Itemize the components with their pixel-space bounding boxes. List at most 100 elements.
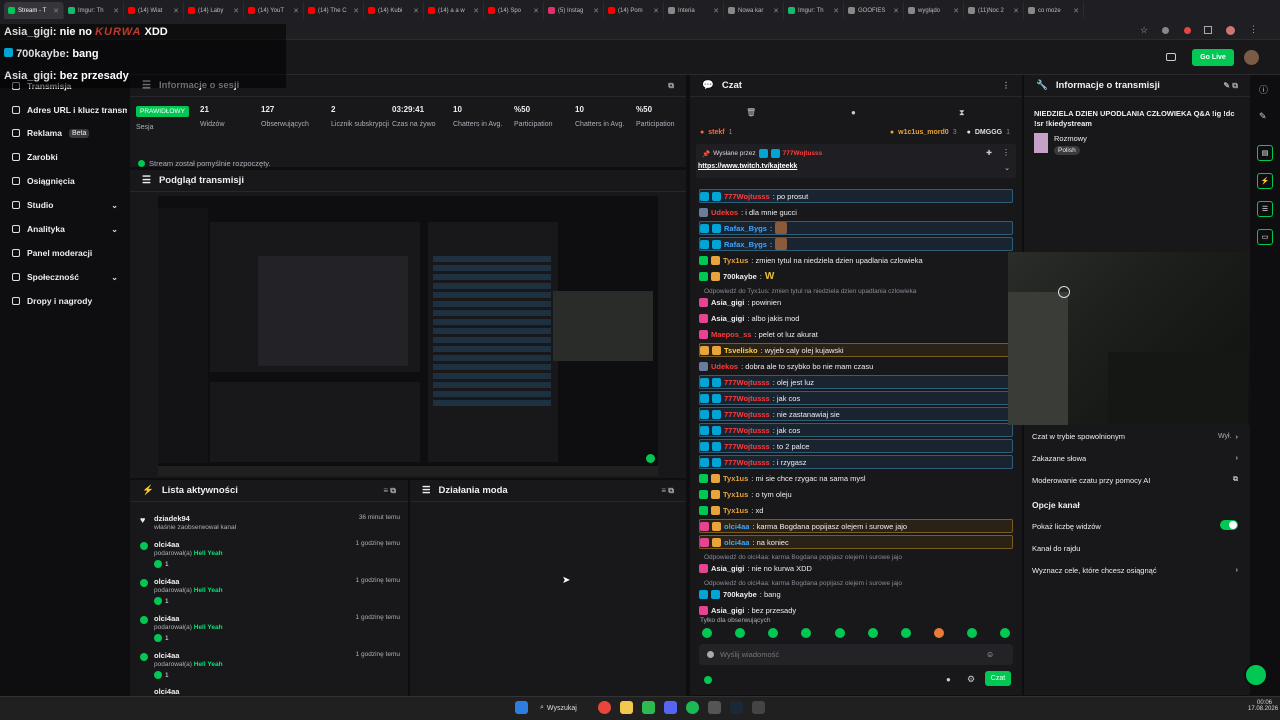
quick-action-button[interactable]: ▤ bbox=[1257, 145, 1273, 161]
app-icon[interactable] bbox=[752, 701, 765, 714]
close-icon[interactable]: ✕ bbox=[413, 7, 419, 15]
chat-username[interactable]: Rafax_Bygs bbox=[724, 240, 767, 249]
close-icon[interactable]: ✕ bbox=[293, 7, 299, 15]
nav-item-zarobki[interactable]: Zarobki bbox=[12, 150, 130, 164]
gear-icon[interactable]: ⚙ bbox=[967, 674, 975, 685]
setting-row-banned-words[interactable]: Zakazane słowa › bbox=[1032, 452, 1238, 464]
emote-icon[interactable] bbox=[768, 628, 778, 638]
filter-and-popout-icons[interactable]: ≡ ⧉ bbox=[383, 486, 396, 496]
extension-icon[interactable] bbox=[1162, 27, 1169, 34]
emote-icon[interactable] bbox=[702, 628, 712, 638]
chat-message[interactable]: Tsvelisko: wyjeb caly olej kujawski bbox=[699, 343, 1013, 357]
emote-icon[interactable] bbox=[934, 628, 944, 638]
chat-username[interactable]: 777Wojtusss bbox=[724, 442, 770, 451]
taskbar-search[interactable]: ⌕ Wyszukaj bbox=[540, 701, 584, 715]
folder-icon[interactable] bbox=[620, 701, 633, 714]
chat-username[interactable]: Asia_gigi bbox=[711, 606, 744, 615]
chat-username[interactable]: Tyx1us bbox=[723, 474, 748, 483]
chat-send-button[interactable]: Czat bbox=[985, 671, 1011, 686]
chat-username[interactable]: Rafax_Bygs bbox=[724, 224, 767, 233]
menu-icon[interactable]: ☰ bbox=[142, 175, 151, 186]
quick-action-button[interactable]: ▭ bbox=[1257, 229, 1273, 245]
nav-item-spolecznosc[interactable]: Społeczność ⌄ bbox=[12, 270, 130, 284]
browser-tab[interactable]: Imgur: Th ✕ bbox=[64, 2, 124, 19]
close-icon[interactable]: ✕ bbox=[233, 7, 239, 15]
close-icon[interactable]: ✕ bbox=[1073, 7, 1079, 15]
pin-icon[interactable]: ✚ bbox=[986, 149, 992, 157]
language-tag[interactable]: Polish bbox=[1054, 146, 1080, 155]
chat-message[interactable]: 777Wojtusss: olej jest luz bbox=[699, 375, 1013, 389]
chat-message[interactable]: olci4aa: na koniec bbox=[699, 535, 1013, 549]
chat-message[interactable]: 777Wojtusss: po prosut bbox=[699, 189, 1013, 203]
chat-message[interactable]: olci4aa: karma Bogdana popijasz olejem i… bbox=[699, 519, 1013, 533]
close-icon[interactable]: ✕ bbox=[353, 7, 359, 15]
hourglass-icon[interactable]: ⧗ bbox=[959, 108, 965, 118]
chat-message[interactable]: 700kaybe: bang bbox=[699, 587, 1013, 601]
browser-tab[interactable]: (14) Wiat ✕ bbox=[124, 2, 184, 19]
chat-bubble-icon[interactable]: ● bbox=[946, 675, 951, 684]
category-name[interactable]: Rozmowy bbox=[1054, 134, 1087, 143]
setting-row-goals[interactable]: Wyznacz cele, które chcesz osiągnąć › bbox=[1032, 564, 1238, 576]
stream-preview-video[interactable] bbox=[158, 196, 658, 476]
nav-item-studio[interactable]: Studio ⌄ bbox=[12, 198, 130, 212]
popout-icon[interactable]: ⧉ bbox=[668, 81, 674, 91]
chat-username[interactable]: Asia_gigi bbox=[711, 314, 744, 323]
close-icon[interactable]: ✕ bbox=[1013, 7, 1019, 15]
emote-icon[interactable] bbox=[801, 628, 811, 638]
activity-user[interactable]: olci4aa bbox=[154, 540, 179, 549]
chat-username[interactable]: 777Wojtusss bbox=[724, 394, 770, 403]
top-user-name[interactable]: stekf bbox=[708, 129, 724, 136]
setting-row-ai-moderation[interactable]: Moderowanie czatu przy pomocy AI ⧉ bbox=[1032, 474, 1238, 486]
emote-icon[interactable] bbox=[835, 628, 845, 638]
chat-username[interactable]: Tyx1us bbox=[723, 490, 748, 499]
star-icon[interactable]: ☆ bbox=[1140, 25, 1148, 36]
chat-message[interactable]: Tyx1us: zmien tytul na niedziela dzien u… bbox=[699, 253, 1013, 267]
top-user-name[interactable]: DMGGG bbox=[975, 129, 1002, 136]
chat-message[interactable]: Maepos_ss: pelet ot luz akurat bbox=[699, 327, 1013, 341]
chat-username[interactable]: olci4aa bbox=[724, 522, 749, 531]
app-icon[interactable] bbox=[708, 701, 721, 714]
chat-message[interactable]: Rafax_Bygs: bbox=[699, 221, 1013, 235]
more-icon[interactable]: ⋮ bbox=[1002, 148, 1010, 157]
windows-start-icon[interactable] bbox=[515, 701, 528, 714]
chat-message[interactable]: Asia_gigi: albo jakis mod bbox=[699, 311, 1013, 325]
browser-tab[interactable]: (14) YouT ✕ bbox=[244, 2, 304, 19]
emoji-icon[interactable]: ☺ bbox=[986, 650, 994, 659]
chat-message[interactable]: Asia_gigi: nie no kurwa XDD bbox=[699, 561, 1013, 575]
browser-tab[interactable]: GOOFIES ✕ bbox=[844, 2, 904, 19]
browser-tab[interactable]: (14) Laby ✕ bbox=[184, 2, 244, 19]
activity-user[interactable]: olci4aa bbox=[154, 577, 179, 586]
go-live-button[interactable]: Go Live bbox=[1192, 49, 1234, 66]
nav-item-reklama[interactable]: Reklama Beta bbox=[12, 126, 130, 140]
chat-message[interactable]: Tyx1us: o tym oleju bbox=[699, 487, 1013, 501]
nav-item-osiagniecia[interactable]: Osiągnięcia bbox=[12, 174, 130, 188]
chrome-icon[interactable] bbox=[598, 701, 611, 714]
close-icon[interactable]: ✕ bbox=[593, 7, 599, 15]
chat-message[interactable]: 777Wojtusss: to 2 palce bbox=[699, 439, 1013, 453]
chat-username[interactable]: 777Wojtusss bbox=[724, 426, 770, 435]
chat-username[interactable]: Asia_gigi bbox=[711, 564, 744, 573]
menu-icon[interactable]: ⋮ bbox=[1249, 24, 1258, 35]
browser-tab[interactable]: (14) Pom ✕ bbox=[604, 2, 664, 19]
chat-message[interactable]: Asia_gigi: powinien bbox=[699, 295, 1013, 309]
info-icon[interactable]: ⓘ bbox=[1259, 83, 1268, 96]
emote-icon[interactable] bbox=[868, 628, 878, 638]
browser-tab[interactable]: (5) Instag ✕ bbox=[544, 2, 604, 19]
chat-message[interactable]: 777Wojtusss: nie zastanawiaj sie bbox=[699, 407, 1013, 421]
close-icon[interactable]: ✕ bbox=[953, 7, 959, 15]
browser-tab[interactable]: Stream - T ✕ bbox=[4, 2, 64, 19]
spotify-icon[interactable] bbox=[686, 701, 699, 714]
chat-username[interactable]: 777Wojtusss bbox=[724, 378, 770, 387]
chat-username[interactable]: Asia_gigi bbox=[711, 298, 744, 307]
emote-icon[interactable] bbox=[735, 628, 745, 638]
close-icon[interactable]: ✕ bbox=[713, 7, 719, 15]
chat-username[interactable]: Udekos bbox=[711, 208, 738, 217]
chat-message[interactable]: Asia_gigi: bez przesady bbox=[699, 603, 1013, 617]
chevron-down-icon[interactable]: ⌄ bbox=[1004, 164, 1010, 172]
helper-button[interactable] bbox=[1244, 663, 1268, 687]
chat-username[interactable]: 700kaybe bbox=[723, 590, 757, 599]
activity-user[interactable]: olci4aa bbox=[154, 687, 179, 695]
profile-avatar[interactable] bbox=[1226, 26, 1235, 35]
close-icon[interactable]: ✕ bbox=[173, 7, 179, 15]
activity-user[interactable]: olci4aa bbox=[154, 651, 179, 660]
